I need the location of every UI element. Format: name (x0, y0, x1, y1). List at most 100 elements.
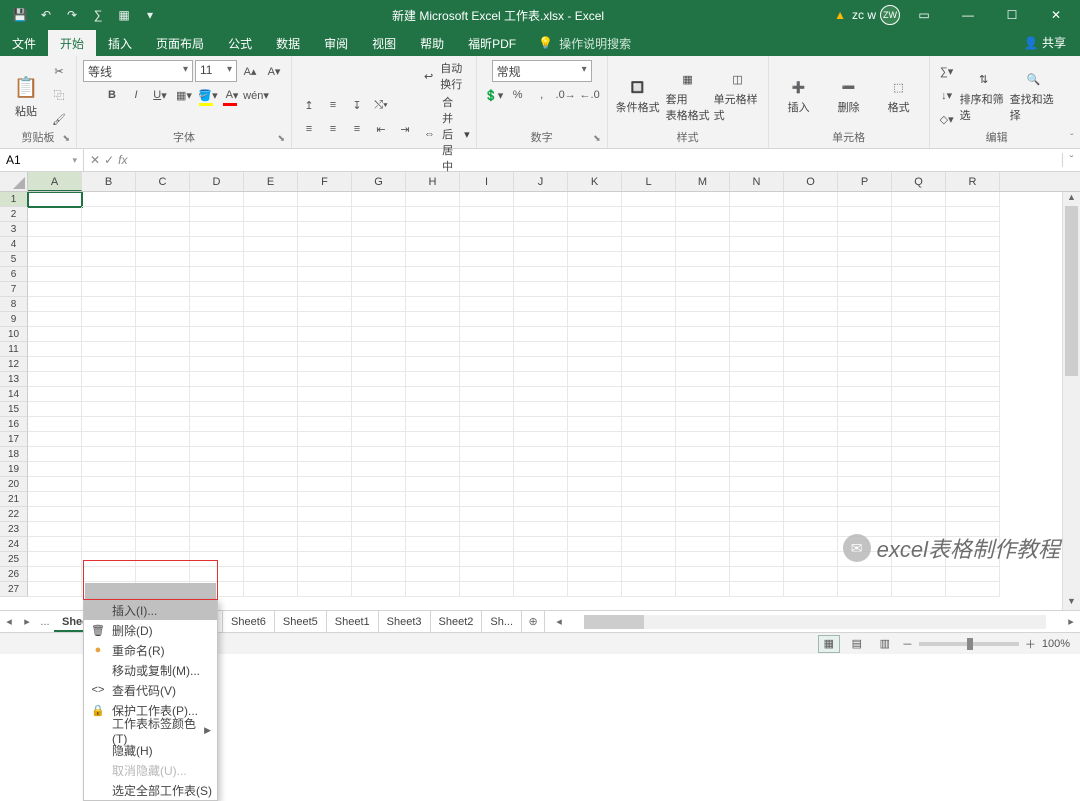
wrap-text-button[interactable]: ↩ 自动换行 (424, 60, 470, 92)
cell[interactable] (568, 552, 622, 567)
cell[interactable] (136, 222, 190, 237)
row-header[interactable]: 26 (0, 567, 28, 582)
cell[interactable] (622, 492, 676, 507)
cell[interactable] (784, 252, 838, 267)
cell[interactable] (460, 432, 514, 447)
dialog-launcher-icon[interactable]: ⬊ (62, 130, 70, 146)
cell[interactable] (298, 387, 352, 402)
fill-color-button[interactable]: 🪣▾ (197, 84, 219, 106)
cell[interactable] (784, 327, 838, 342)
name-box[interactable]: A1 (0, 149, 84, 171)
cell[interactable] (244, 297, 298, 312)
cell[interactable] (352, 192, 406, 207)
cell[interactable] (730, 267, 784, 282)
cell[interactable] (838, 447, 892, 462)
cell[interactable] (460, 417, 514, 432)
zoom-out-button[interactable]: － (902, 636, 913, 652)
row-header[interactable]: 12 (0, 357, 28, 372)
minimize-button[interactable]: ― (948, 0, 988, 30)
cell[interactable] (190, 297, 244, 312)
cell[interactable] (568, 312, 622, 327)
cell[interactable] (514, 237, 568, 252)
sheet-tab[interactable]: Sheet3 (379, 611, 431, 632)
cell[interactable] (568, 222, 622, 237)
cell[interactable] (406, 357, 460, 372)
cell[interactable] (28, 477, 82, 492)
cell[interactable] (784, 522, 838, 537)
column-header[interactable]: O (784, 172, 838, 191)
cell[interactable] (568, 417, 622, 432)
row-header[interactable]: 9 (0, 312, 28, 327)
cancel-formula-icon[interactable]: ✕ (90, 153, 100, 167)
tab-layout[interactable]: 页面布局 (144, 30, 216, 56)
bold-button[interactable]: B (101, 84, 123, 106)
dialog-launcher-icon[interactable]: ⬊ (277, 130, 285, 146)
cell[interactable] (568, 522, 622, 537)
cell[interactable] (838, 357, 892, 372)
sheet-tab[interactable]: Sh... (482, 611, 522, 632)
sheet-nav-more-icon[interactable]: ... (36, 616, 54, 628)
cell[interactable] (892, 477, 946, 492)
cell[interactable] (460, 297, 514, 312)
cell[interactable] (244, 312, 298, 327)
cell[interactable] (676, 552, 730, 567)
cell[interactable] (676, 327, 730, 342)
cell[interactable] (946, 447, 1000, 462)
cell[interactable] (298, 267, 352, 282)
cell[interactable] (784, 387, 838, 402)
column-header[interactable]: C (136, 172, 190, 191)
decrease-font-icon[interactable]: A▾ (263, 60, 285, 82)
column-header[interactable]: N (730, 172, 784, 191)
insert-cells-button[interactable]: ➕插入 (775, 75, 823, 115)
cell[interactable] (622, 372, 676, 387)
increase-font-icon[interactable]: A▴ (239, 60, 261, 82)
cell[interactable] (406, 297, 460, 312)
cell[interactable] (622, 417, 676, 432)
cell[interactable] (244, 402, 298, 417)
font-color-button[interactable]: A▾ (221, 84, 243, 106)
cell[interactable] (136, 567, 190, 582)
cell[interactable] (568, 357, 622, 372)
cell[interactable] (82, 327, 136, 342)
find-select-button[interactable]: 🔍查找和选择 (1010, 67, 1058, 123)
comma-format-icon[interactable]: , (531, 84, 553, 106)
cell[interactable] (460, 327, 514, 342)
cell[interactable] (838, 402, 892, 417)
align-top-icon[interactable]: ↥ (298, 94, 320, 116)
cell[interactable] (244, 432, 298, 447)
row-header[interactable]: 15 (0, 402, 28, 417)
cell[interactable] (892, 282, 946, 297)
cell[interactable] (190, 372, 244, 387)
cell[interactable] (244, 192, 298, 207)
cell[interactable] (784, 507, 838, 522)
zoom-slider[interactable] (919, 642, 1019, 646)
cell[interactable] (568, 507, 622, 522)
cell[interactable] (676, 417, 730, 432)
cell[interactable] (622, 237, 676, 252)
cell[interactable] (946, 237, 1000, 252)
cell[interactable] (82, 402, 136, 417)
cell[interactable] (622, 522, 676, 537)
cell[interactable] (622, 477, 676, 492)
cell[interactable] (514, 282, 568, 297)
cell[interactable] (730, 252, 784, 267)
cell[interactable] (622, 297, 676, 312)
cell[interactable] (136, 357, 190, 372)
cell[interactable] (244, 462, 298, 477)
column-header[interactable]: I (460, 172, 514, 191)
cell[interactable] (568, 207, 622, 222)
cell[interactable] (622, 387, 676, 402)
cell[interactable] (838, 312, 892, 327)
cell[interactable] (568, 327, 622, 342)
cell[interactable] (82, 192, 136, 207)
cell[interactable] (730, 297, 784, 312)
cell[interactable] (298, 402, 352, 417)
cell[interactable] (514, 252, 568, 267)
cell[interactable] (190, 267, 244, 282)
font-size-select[interactable]: 11 (195, 60, 237, 82)
cell[interactable] (244, 567, 298, 582)
cell[interactable] (460, 357, 514, 372)
cell[interactable] (784, 267, 838, 282)
cell[interactable] (892, 237, 946, 252)
increase-indent-icon[interactable]: ⇥ (394, 118, 416, 140)
